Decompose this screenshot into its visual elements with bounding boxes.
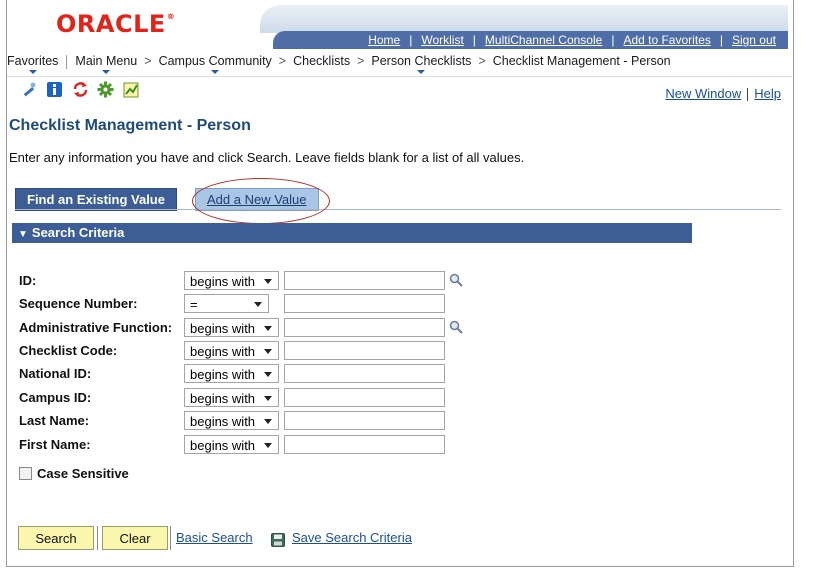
campus-id-operator-select[interactable]: begins with (184, 388, 279, 407)
national-id-input[interactable] (284, 364, 445, 383)
header-band (260, 5, 788, 33)
last-name-label: Last Name: (19, 413, 90, 428)
button-divider (97, 526, 98, 550)
administrative-function-lookup-icon[interactable] (449, 320, 463, 334)
basic-search-link[interactable]: Basic Search (176, 530, 253, 545)
add-to-favorites-link[interactable]: Add to Favorites (623, 33, 710, 47)
breadcrumb-checklists[interactable]: Checklists (293, 54, 350, 68)
header-nav-bar: Home | Worklist | MultiChannel Console | Add t… (273, 31, 788, 49)
gear-icon[interactable] (97, 81, 114, 98)
id-lookup-icon[interactable] (449, 273, 463, 287)
breadcrumb: Favorites Main Menu > Campus Community > Chec… (7, 54, 792, 77)
campus-id-input[interactable] (284, 388, 445, 407)
checklist-code-input[interactable] (284, 341, 445, 360)
breadcrumb-main-menu[interactable]: Main Menu (75, 54, 137, 74)
oracle-logo: ORACLE® (56, 10, 176, 38)
tab-underline (15, 209, 781, 210)
search-criteria-header[interactable]: ▼ Search Criteria (12, 223, 692, 243)
multichannel-console-link[interactable]: MultiChannel Console (485, 33, 602, 47)
first-name-label: First Name: (19, 437, 91, 452)
campus-id-label: Campus ID: (19, 390, 92, 405)
sequence-number-input[interactable] (284, 294, 445, 313)
toolbar-icons (21, 81, 144, 101)
first-name-input[interactable] (284, 435, 445, 454)
instructions-text: Enter any information you have and click… (9, 150, 525, 165)
help-link[interactable]: Help (754, 86, 781, 101)
collapse-triangle-icon: ▼ (18, 229, 28, 240)
highlight-ellipse (192, 178, 330, 224)
national-id-label: National ID: (19, 366, 92, 381)
case-sensitive-label: Case Sensitive (37, 466, 129, 481)
id-input[interactable] (284, 271, 445, 290)
chart-icon[interactable] (123, 81, 140, 98)
save-search-criteria-link[interactable]: Save Search Criteria (292, 530, 412, 545)
button-divider (170, 526, 171, 550)
sequence-number-label: Sequence Number: (19, 296, 138, 311)
search-button[interactable]: Search (18, 526, 94, 550)
sign-out-link[interactable]: Sign out (732, 33, 776, 47)
new-window-link[interactable]: New Window (665, 86, 741, 101)
id-label: ID: (19, 273, 37, 288)
worklist-link[interactable]: Worklist (421, 33, 463, 47)
save-icon[interactable] (271, 533, 285, 547)
case-sensitive-checkbox[interactable] (19, 467, 32, 480)
id-operator-select[interactable]: begins with (184, 271, 279, 290)
clear-button[interactable]: Clear (102, 526, 168, 550)
wand-icon[interactable] (21, 81, 38, 98)
last-name-operator-select[interactable]: begins with (184, 411, 279, 430)
sequence-number-operator-select[interactable]: = (184, 294, 269, 313)
administrative-function-operator-select[interactable]: begins with (184, 318, 279, 337)
administrative-function-label: Administrative Function: (19, 320, 173, 335)
breadcrumb-favorites[interactable]: Favorites (7, 54, 58, 74)
checklist-code-operator-select[interactable]: begins with (184, 341, 279, 360)
home-link[interactable]: Home (368, 33, 400, 47)
checklist-code-label: Checklist Code: (19, 343, 118, 358)
tab-find-existing-value[interactable]: Find an Existing Value (15, 188, 177, 211)
breadcrumb-person-checklists[interactable]: Person Checklists (371, 54, 471, 74)
page-links: New Window Help (665, 86, 781, 102)
last-name-input[interactable] (284, 411, 445, 430)
refresh-icon[interactable] (72, 81, 89, 98)
info-icon[interactable] (46, 81, 63, 98)
breadcrumb-campus-community[interactable]: Campus Community (159, 54, 272, 74)
breadcrumb-checklist-management-person[interactable]: Checklist Management - Person (493, 54, 671, 68)
page-title: Checklist Management - Person (9, 117, 251, 134)
first-name-operator-select[interactable]: begins with (184, 435, 279, 454)
national-id-operator-select[interactable]: begins with (184, 364, 279, 383)
administrative-function-input[interactable] (284, 318, 445, 337)
